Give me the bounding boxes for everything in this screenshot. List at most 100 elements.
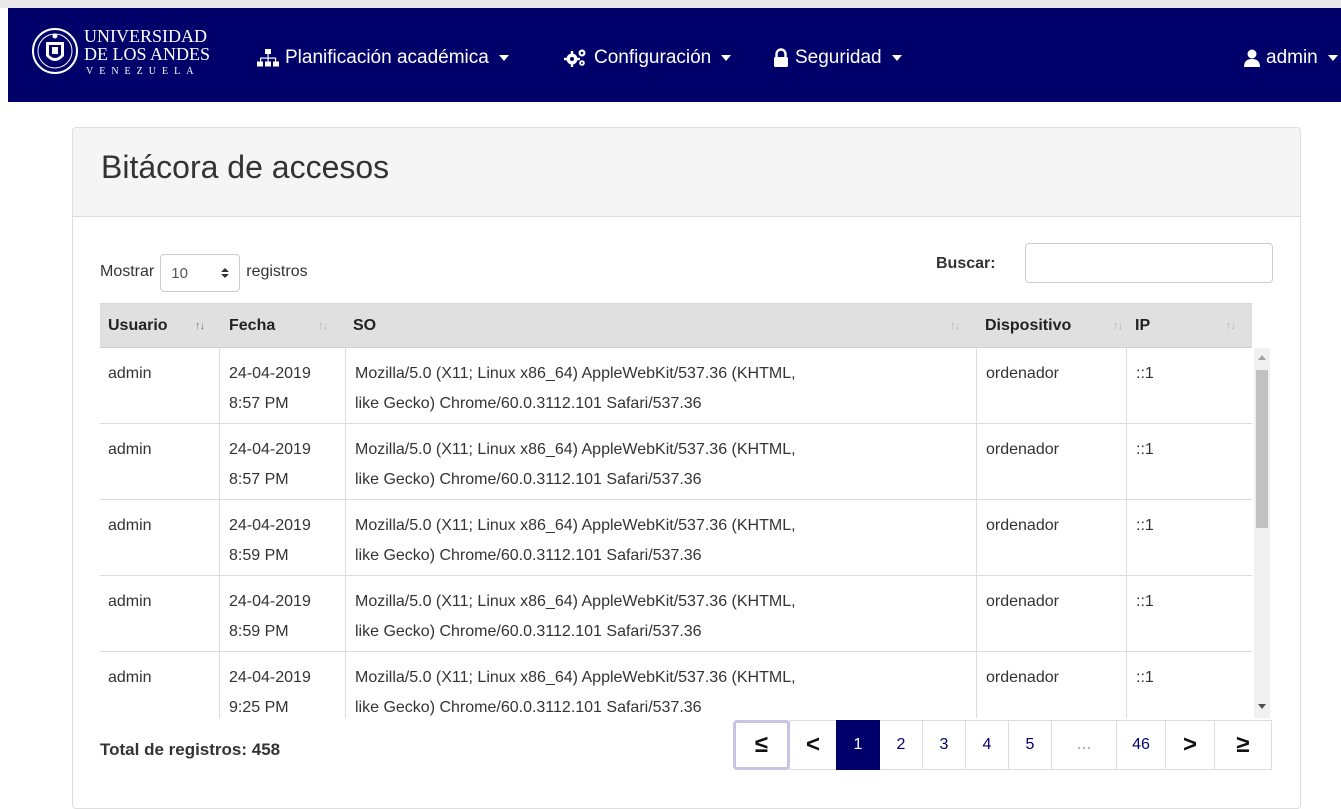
page-length-select[interactable]: 10	[160, 254, 241, 292]
chevron-down-icon	[498, 55, 509, 61]
cell-fecha-date: 24-04-2019	[229, 365, 311, 382]
page-button-5[interactable]: 5	[1008, 720, 1052, 770]
previous-page-button[interactable]: <	[789, 720, 837, 770]
cell-fecha-time: 8:57 PM	[229, 395, 289, 412]
table-header: Usuario ↑↓ Fecha ↑↓ SO ↑↓ Dispositivo ↑↓…	[100, 303, 1252, 348]
table-row[interactable]: admin 24-04-2019 9:25 PM Mozilla/5.0 (X11…	[100, 652, 1252, 718]
cell-so-line1: Mozilla/5.0 (X11; Linux x86_64) AppleWeb…	[355, 593, 796, 610]
cell-usuario: admin	[100, 652, 220, 718]
select-updown-icon	[221, 268, 230, 278]
menu-configuracion-label: Configuración	[594, 47, 712, 68]
user-menu-label: admin	[1266, 47, 1318, 68]
cell-fecha-time: 9:25 PM	[229, 699, 289, 716]
column-header-fecha[interactable]: Fecha	[229, 304, 275, 347]
user-menu[interactable]: admin	[1244, 46, 1338, 70]
menu-configuracion[interactable]: Configuración	[564, 46, 732, 70]
records-label: registros	[246, 263, 308, 280]
cell-fecha-time: 8:59 PM	[229, 623, 289, 640]
sort-icon: ↑↓	[950, 320, 960, 332]
page-length-value: 10	[171, 264, 188, 282]
table-scrollbar[interactable]	[1254, 348, 1270, 718]
logo-line-3: VENEZUELA	[86, 66, 200, 77]
cell-so: Mozilla/5.0 (X11; Linux x86_64) AppleWeb…	[346, 500, 977, 576]
total-records: Total de registros: 458	[100, 740, 281, 759]
column-header-so[interactable]: SO	[353, 304, 376, 347]
cell-so: Mozilla/5.0 (X11; Linux x86_64) AppleWeb…	[346, 652, 977, 718]
cell-fecha-time: 8:57 PM	[229, 471, 289, 488]
sort-icon: ↑↓	[1113, 320, 1123, 332]
cell-so-line1: Mozilla/5.0 (X11; Linux x86_64) AppleWeb…	[355, 517, 796, 534]
cell-dispositivo: ordenador	[977, 576, 1127, 652]
cell-usuario: admin	[100, 576, 220, 652]
cell-usuario: admin	[100, 348, 220, 424]
cell-so-line2: like Gecko) Chrome/60.0.3112.101 Safari/…	[355, 471, 702, 488]
cell-so: Mozilla/5.0 (X11; Linux x86_64) AppleWeb…	[346, 348, 977, 424]
logo-line-1: UNIVERSIDAD	[84, 26, 207, 46]
scroll-up-arrow-icon[interactable]	[1258, 355, 1266, 360]
cell-fecha: 24-04-2019 8:59 PM	[220, 576, 346, 652]
menu-seguridad[interactable]: Seguridad	[773, 46, 902, 70]
cell-fecha: 24-04-2019 8:59 PM	[220, 500, 346, 576]
cell-usuario: admin	[100, 424, 220, 500]
search-label: Buscar:	[936, 255, 996, 272]
cell-so-line2: like Gecko) Chrome/60.0.3112.101 Safari/…	[355, 547, 702, 564]
university-seal-icon	[32, 28, 78, 74]
cell-dispositivo: ordenador	[977, 424, 1127, 500]
university-logo[interactable]: UNIVERSIDAD DE LOS ANDES VENEZUELA	[32, 24, 242, 82]
cell-fecha-date: 24-04-2019	[229, 669, 311, 686]
cell-usuario: admin	[100, 500, 220, 576]
gears-icon	[564, 49, 586, 67]
table-row[interactable]: admin 24-04-2019 8:57 PM Mozilla/5.0 (X11…	[100, 424, 1252, 500]
search-input[interactable]	[1025, 243, 1273, 283]
scroll-down-arrow-icon[interactable]	[1258, 704, 1266, 709]
page-button-46[interactable]: 46	[1116, 720, 1166, 770]
cell-ip: ::1	[1136, 365, 1154, 382]
sort-icon: ↑↓	[195, 320, 205, 332]
menu-planificacion[interactable]: Planificación académica	[257, 46, 509, 70]
page-button-3[interactable]: 3	[922, 720, 966, 770]
chevron-down-icon	[721, 55, 732, 61]
top-navbar: UNIVERSIDAD DE LOS ANDES VENEZUELA Plani…	[8, 8, 1341, 102]
table-body: admin 24-04-2019 8:57 PM Mozilla/5.0 (X11…	[100, 348, 1252, 718]
browser-top-strip	[0, 0, 1341, 8]
table-row[interactable]: admin 24-04-2019 8:59 PM Mozilla/5.0 (X11…	[100, 500, 1252, 576]
cell-fecha: 24-04-2019 9:25 PM	[220, 652, 346, 718]
page-button-1[interactable]: 1	[836, 720, 880, 770]
user-icon	[1244, 49, 1260, 67]
cell-fecha: 24-04-2019 8:57 PM	[220, 424, 346, 500]
page-length-control: Mostrar 10 registros	[100, 253, 308, 292]
cell-ip: ::1	[1136, 669, 1154, 686]
page-button-4[interactable]: 4	[965, 720, 1009, 770]
cell-so: Mozilla/5.0 (X11; Linux x86_64) AppleWeb…	[346, 424, 977, 500]
cell-ip: ::1	[1136, 441, 1154, 458]
cell-so-line2: like Gecko) Chrome/60.0.3112.101 Safari/…	[355, 395, 702, 412]
last-page-button[interactable]: ≥	[1214, 720, 1272, 770]
cell-so-line2: like Gecko) Chrome/60.0.3112.101 Safari/…	[355, 699, 702, 716]
next-page-button[interactable]: >	[1165, 720, 1215, 770]
cell-fecha-date: 24-04-2019	[229, 517, 311, 534]
chevron-down-icon	[1327, 55, 1338, 61]
lock-icon	[774, 48, 788, 67]
first-page-button[interactable]: ≤	[733, 720, 790, 770]
table-row[interactable]: admin 24-04-2019 8:57 PM Mozilla/5.0 (X11…	[100, 348, 1252, 424]
cell-so-line1: Mozilla/5.0 (X11; Linux x86_64) AppleWeb…	[355, 441, 796, 458]
page-title: Bitácora de accesos	[101, 149, 390, 185]
cell-so-line1: Mozilla/5.0 (X11; Linux x86_64) AppleWeb…	[355, 669, 796, 686]
cell-ip: ::1	[1136, 517, 1154, 534]
column-header-ip[interactable]: IP	[1135, 304, 1150, 347]
panel-header: Bitácora de accesos	[73, 128, 1300, 217]
cell-fecha-date: 24-04-2019	[229, 441, 311, 458]
sitemap-icon	[257, 49, 279, 67]
sort-icon: ↑↓	[318, 320, 328, 332]
chevron-down-icon	[891, 55, 902, 61]
cell-fecha: 24-04-2019 8:57 PM	[220, 348, 346, 424]
page-ellipsis: …	[1051, 720, 1117, 770]
table-row[interactable]: admin 24-04-2019 8:59 PM Mozilla/5.0 (X11…	[100, 576, 1252, 652]
scrollbar-thumb[interactable]	[1256, 370, 1268, 528]
column-header-dispositivo[interactable]: Dispositivo	[985, 304, 1071, 347]
sort-icon: ↑↓	[1226, 320, 1236, 332]
column-header-usuario[interactable]: Usuario	[108, 304, 168, 347]
logo-line-2: DE LOS ANDES	[84, 44, 211, 64]
page-button-2[interactable]: 2	[879, 720, 923, 770]
cell-so-line1: Mozilla/5.0 (X11; Linux x86_64) AppleWeb…	[355, 365, 796, 382]
